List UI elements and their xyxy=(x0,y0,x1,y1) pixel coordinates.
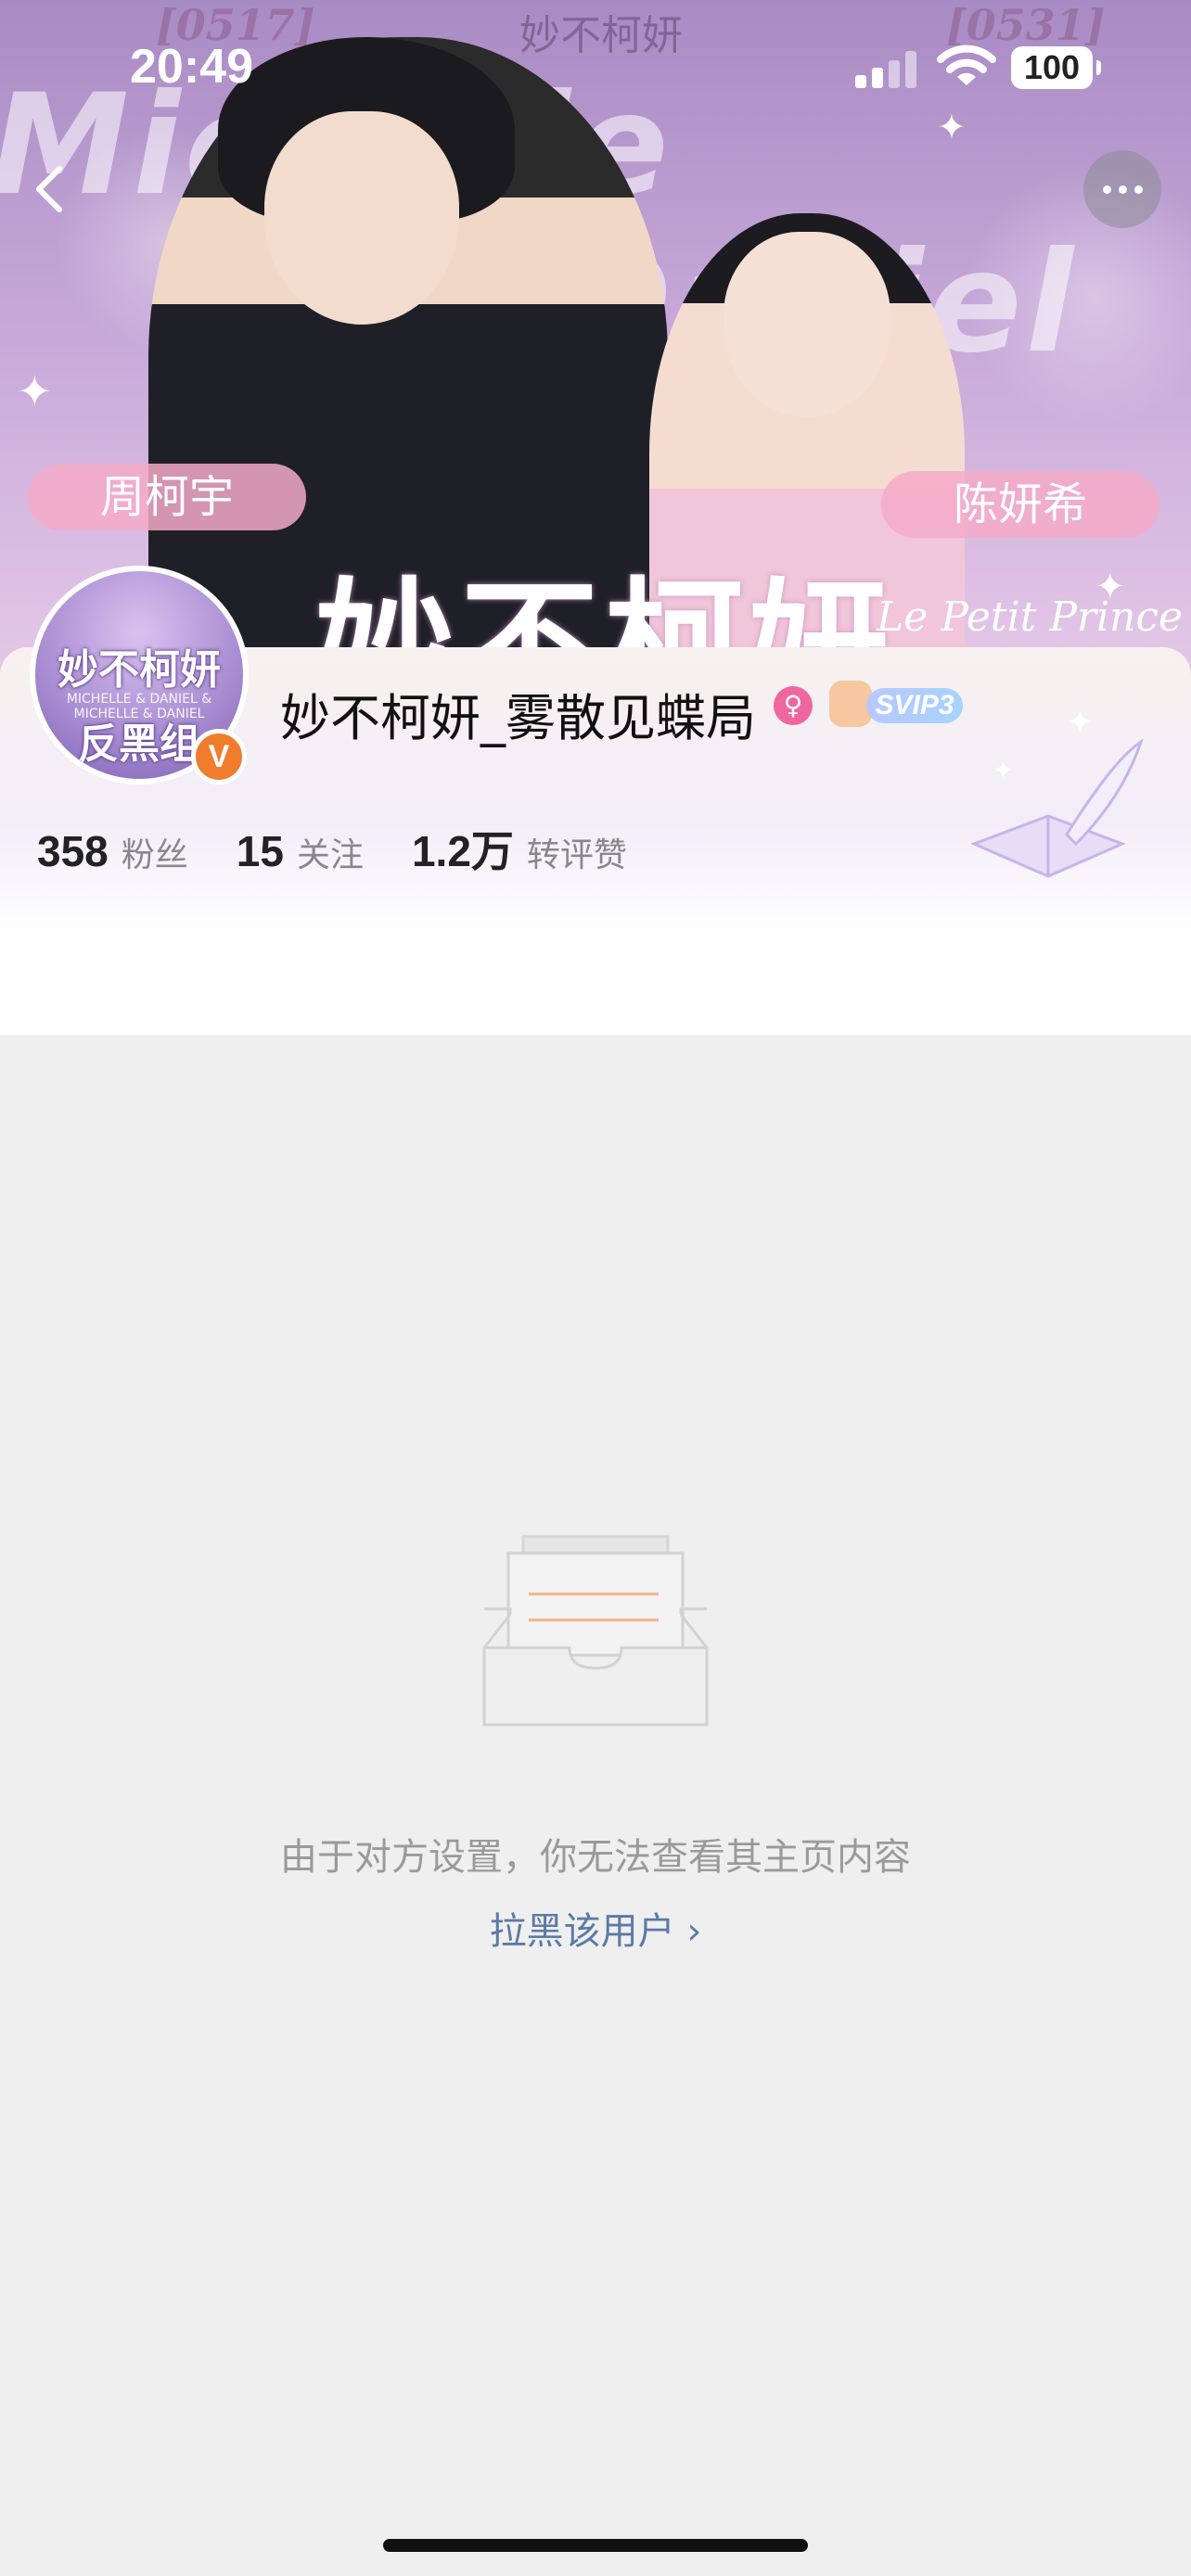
stat-label: 转评赞 xyxy=(526,836,627,874)
svg-text:✦: ✦ xyxy=(992,755,1014,785)
empty-inbox-icon xyxy=(482,1535,709,1727)
banner-tag-left: 周柯宇 xyxy=(28,464,306,530)
profile-stats: 358 粉丝 15 关注 1.2万 转评赞 xyxy=(37,818,675,879)
battery-indicator: 100 xyxy=(1011,46,1101,89)
block-user-link[interactable]: 拉黑该用户 › xyxy=(0,1901,1191,1955)
vip-label: SVIP3 xyxy=(866,688,963,723)
banner-top-title: 妙不柯妍 xyxy=(519,12,683,59)
banner-date-right: [0531] xyxy=(946,0,1106,50)
stat-label: 关注 xyxy=(296,836,364,874)
stat-label: 粉丝 xyxy=(121,836,188,874)
svg-text:✦: ✦ xyxy=(1067,705,1094,741)
chevron-left-icon[interactable] xyxy=(17,156,82,221)
stat-value: 358 xyxy=(37,827,109,875)
cellular-signal-icon xyxy=(855,51,920,88)
female-icon: ♀ xyxy=(774,686,813,725)
stat-value: 1.2万 xyxy=(411,827,514,875)
home-indicator[interactable] xyxy=(383,2539,808,2552)
verified-badge-icon: V xyxy=(191,729,247,784)
profile-username: 妙不柯妍_雾散见蝶局 xyxy=(280,689,756,747)
vip-badge[interactable]: SVIP3 xyxy=(829,681,965,729)
more-options-button[interactable] xyxy=(1083,150,1161,228)
banner-subtitle: Le Petit Prince xyxy=(877,593,1184,641)
banner-tag-right: 陈妍希 xyxy=(881,471,1159,538)
sparkle-icon: ✦ xyxy=(17,366,53,416)
book-feather-decoration-icon: ✦ ✦ xyxy=(970,705,1144,878)
wifi-icon xyxy=(937,45,996,85)
banner-person-right-face xyxy=(724,232,890,417)
stat-reposts-comments-likes[interactable]: 1.2万 转评赞 xyxy=(412,818,627,879)
more-dots-icon xyxy=(1102,185,1111,194)
banner-person-left-face xyxy=(264,111,459,325)
empty-state-message: 由于对方设置，你无法查看其主页内容 xyxy=(280,1836,911,1879)
stat-followers[interactable]: 358 粉丝 xyxy=(37,826,188,876)
status-time: 20:49 xyxy=(130,40,253,94)
avatar-text-line1: 妙不柯妍 xyxy=(58,646,221,694)
sparkle-icon: ✦ xyxy=(937,107,967,147)
stat-following[interactable]: 15 关注 xyxy=(237,826,364,876)
stat-value: 15 xyxy=(236,827,284,875)
sparkle-icon: ✦ xyxy=(1095,566,1126,608)
